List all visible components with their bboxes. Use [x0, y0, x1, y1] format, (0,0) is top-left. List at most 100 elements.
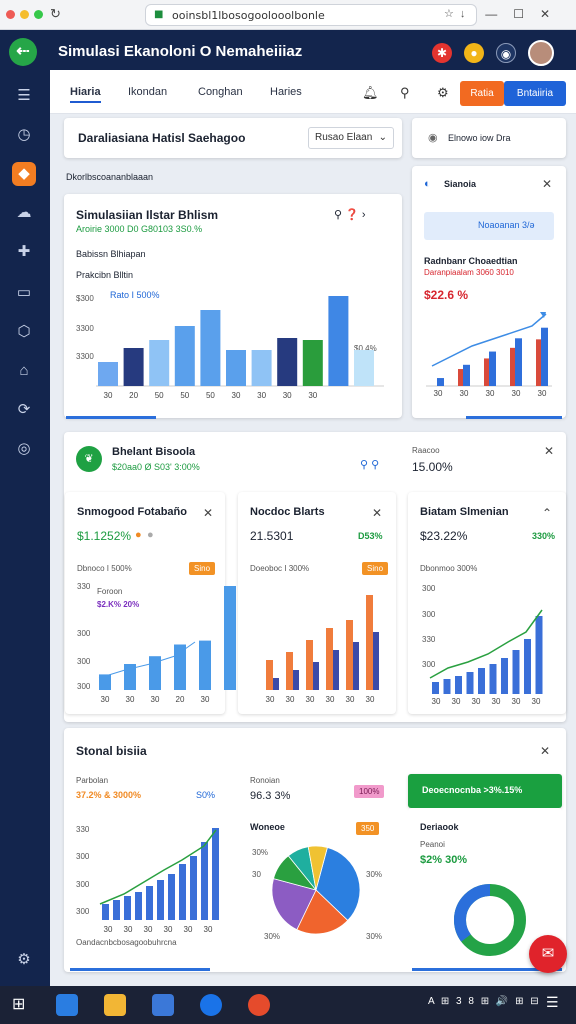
browser-toolbar: ↻ ■ ooinsbl1lbosogoolooolbonle ☆↓ —☐✕: [0, 0, 576, 30]
x-tick-label: 30: [512, 697, 521, 706]
bar: [113, 900, 120, 920]
bar: [224, 586, 236, 690]
header-icons: ✱ ● ◉: [432, 40, 554, 66]
tab-2[interactable]: Ikondan: [128, 86, 167, 98]
system-tray[interactable]: A ⊞ 3 8 ⊞ 🔊 ⊞ ⊟: [428, 996, 541, 1007]
globe-icon[interactable]: ◎: [12, 437, 36, 461]
bar: [443, 679, 451, 694]
chat-fab-button[interactable]: ✉: [529, 935, 567, 973]
bar: [489, 664, 497, 694]
right-card: ◐ Sianoia ✕ Noaoanan 3/ə Radnbanr Choaed…: [412, 166, 566, 418]
settings-icon[interactable]: ⚙: [12, 948, 36, 972]
tab-1[interactable]: Hiaria: [70, 86, 101, 103]
clock-icon[interactable]: ◷: [12, 123, 36, 147]
bar: [515, 338, 522, 386]
flag-icon[interactable]: ✱: [432, 43, 452, 63]
bottom-left-panel: Parbolan 37.2% & 3000% S0% 330 300 300 3…: [64, 770, 228, 968]
url-text: ooinsbl1lbosogoolooolbonle: [172, 9, 325, 22]
green-banner[interactable]: Deoecnocnba >3%.15%: [408, 774, 562, 808]
x-tick-label: 30: [283, 391, 292, 400]
refresh-icon[interactable]: ⟳: [12, 398, 36, 422]
x-tick-label: 30: [538, 389, 547, 398]
mid-title: Bhelant Bisoola: [112, 446, 196, 458]
bar: [535, 616, 543, 694]
x-tick-label: 30: [164, 925, 173, 934]
bar: [149, 340, 170, 386]
puzzle-icon[interactable]: ✚: [12, 240, 36, 264]
store-icon[interactable]: [152, 994, 174, 1016]
header-right-label: Elnowo iow Dra: [448, 133, 511, 143]
bar: [135, 892, 142, 920]
windows-icon[interactable]: ⊞: [12, 994, 25, 1014]
tab-4[interactable]: Haries: [270, 86, 302, 98]
maximize-dot[interactable]: [34, 10, 43, 19]
bar: [277, 338, 298, 386]
coin-icon[interactable]: ●: [464, 43, 484, 63]
search-icon[interactable]: ⚲: [400, 85, 410, 101]
period-select[interactable]: Rusao Elaan ⌄: [308, 127, 394, 149]
bar: [463, 364, 470, 386]
reload-icon[interactable]: ↻: [50, 6, 61, 22]
close-dot[interactable]: [6, 10, 15, 19]
app-title: Simulasi Ekanoloni O Nemaheiiiaz: [58, 43, 303, 60]
header-card: Daraliasiana Hatisl Saehagoo Rusao Elaan…: [64, 118, 402, 158]
home-icon[interactable]: ◆: [12, 162, 36, 186]
x-tick-label: 30: [308, 391, 317, 400]
bar: [286, 652, 293, 690]
x-tick-label: 30: [266, 695, 275, 704]
menu-icon[interactable]: ☰: [12, 84, 36, 108]
app-logo[interactable]: ⇠: [9, 38, 37, 66]
search-icon[interactable]: ⚲ ⚲: [360, 458, 379, 471]
donut-ring-blue: [454, 884, 491, 921]
bar: [333, 650, 339, 690]
minimize-dot[interactable]: [20, 10, 29, 19]
bar: [326, 628, 333, 690]
edge-icon[interactable]: [56, 994, 78, 1016]
bar: [432, 682, 439, 694]
mini-card-3: Biatam Slmenian ⌃ $23.22% 330% Dbonmoo 3…: [408, 492, 566, 714]
donut-ring-blue: [454, 919, 472, 942]
bar: [354, 350, 374, 386]
bell-icon[interactable]: 🔔︎: [362, 85, 379, 101]
x-tick-label: 30: [201, 695, 210, 704]
close-icon[interactable]: ✕: [544, 444, 554, 458]
app-icon[interactable]: [200, 994, 222, 1016]
x-tick-label: 30: [232, 391, 241, 400]
leaf-icon: ❦: [76, 446, 102, 472]
bottom-pie-panel: Ronoian 96.3 3% 100% Woneoe 350 30% 30 3…: [238, 770, 396, 968]
bar: [302, 340, 323, 386]
bar: [536, 339, 541, 386]
folder-icon[interactable]: [104, 994, 126, 1016]
bar: [179, 864, 186, 920]
green-banner-text: Deoecnocnba >3%.15%: [422, 785, 523, 795]
x-tick-label: 30: [257, 391, 266, 400]
x-tick-label: 30: [460, 389, 469, 398]
bar: [226, 350, 246, 386]
close-icon[interactable]: ✕: [540, 744, 550, 758]
avatar[interactable]: [528, 40, 554, 66]
bar: [328, 296, 349, 386]
inbox-icon[interactable]: ⌂: [12, 359, 36, 383]
orange-button[interactable]: Ratia: [460, 81, 504, 106]
bar: [266, 660, 273, 690]
gear-icon[interactable]: ⚙: [437, 85, 449, 101]
x-tick-label: 30: [486, 389, 495, 398]
bar: [524, 639, 531, 694]
card-underline: [66, 416, 156, 419]
blue-button[interactable]: Bntaiiria: [504, 81, 566, 106]
tab-3[interactable]: Conghan: [198, 86, 243, 98]
window-controls[interactable]: —☐✕: [485, 7, 566, 21]
notifications-icon[interactable]: ☰: [546, 994, 559, 1011]
bar: [99, 674, 111, 690]
bookmark-icon[interactable]: ☆↓: [444, 7, 471, 20]
app-icon[interactable]: [248, 994, 270, 1016]
monitor-icon[interactable]: ▭: [12, 281, 36, 305]
box-icon[interactable]: ⬡: [12, 320, 36, 344]
user-icon[interactable]: ◉: [496, 43, 516, 63]
bar: [190, 856, 197, 920]
bar: [510, 347, 515, 386]
x-tick-label: 30: [326, 695, 335, 704]
x-tick-label: 30: [472, 697, 481, 706]
url-bar[interactable]: ■ ooinsbl1lbosogoolooolbonle: [145, 4, 477, 26]
cloud-icon[interactable]: ☁: [12, 201, 36, 225]
